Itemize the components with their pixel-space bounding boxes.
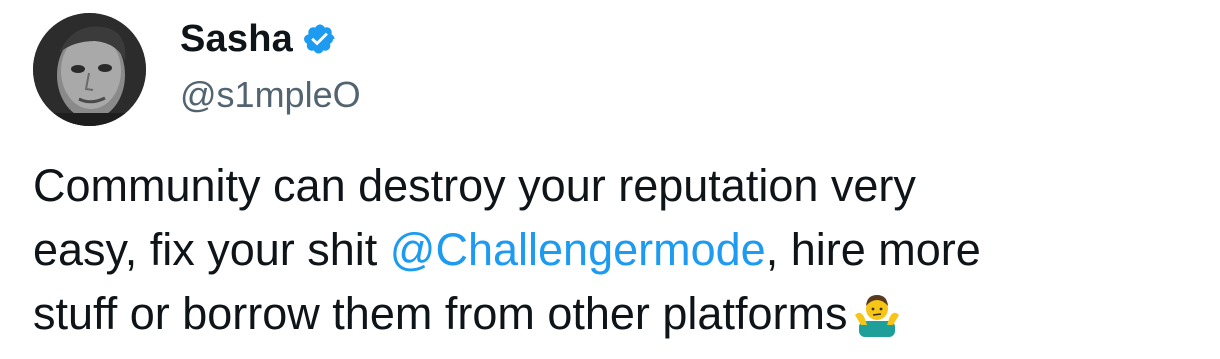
verified-badge-icon[interactable] [303, 22, 337, 56]
tweet-text-segment: , hire more [765, 224, 981, 275]
avatar[interactable] [33, 13, 146, 126]
author-display-name[interactable]: Sasha [180, 18, 293, 61]
tweet-text-line-2: easy, fix your shit @Challengermode, hir… [33, 218, 1203, 282]
avatar-photo [33, 13, 146, 126]
tweet-text-segment: easy, fix your shit [33, 224, 390, 275]
tweet-text-line-3: stuff or borrow them from other platform… [33, 282, 1203, 346]
tweet-card: Sasha @s1mpleO Community can destroy you… [0, 0, 1220, 359]
author-name-row: Sasha [180, 16, 337, 62]
tweet-text-segment: stuff or borrow them from other platform… [33, 288, 848, 339]
tweet-text: Community can destroy your reputation ve… [33, 154, 1203, 346]
author-handle[interactable]: @s1mpleO [180, 72, 361, 118]
tweet-text-line-1: Community can destroy your reputation ve… [33, 160, 916, 211]
mention-link[interactable]: @Challengermode [390, 224, 766, 275]
person-shrugging-icon [853, 289, 901, 337]
